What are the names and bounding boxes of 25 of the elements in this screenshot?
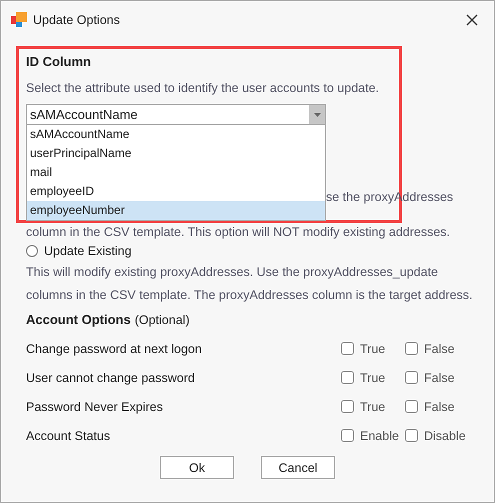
option-label: Account Status bbox=[26, 428, 112, 442]
radio-label: Update Existing bbox=[44, 244, 132, 258]
checkbox-label: Enable bbox=[360, 428, 399, 442]
description-text: column in the CSV template. This option will NOT modify existing addresses. bbox=[26, 224, 450, 241]
window-title: Update Options bbox=[33, 13, 121, 27]
description-text: Select the attribute used to identify the user accounts to update. bbox=[26, 80, 380, 97]
option-label: User cannot change password bbox=[26, 370, 196, 384]
checkbox-label: False bbox=[424, 400, 455, 414]
checkbox-label: False bbox=[424, 370, 455, 384]
attribute-combo[interactable]: sAMAccountName bbox=[26, 104, 326, 125]
description-text: columns in the CSV template. The proxyAddresses column is the target address. bbox=[26, 287, 469, 304]
optional-note: (Optional) bbox=[134, 312, 190, 326]
section-heading: Account Options bbox=[26, 310, 131, 329]
section-heading: ID Column bbox=[26, 53, 92, 71]
option-label: Change password at next logon bbox=[26, 342, 203, 356]
checkbox-label: True bbox=[360, 400, 386, 414]
option-label: Password Never Expires bbox=[26, 400, 164, 414]
description-text: This will modify existing proxyAddresses. Use the proxyAddresses_update bbox=[26, 264, 439, 281]
checkbox-label: False bbox=[424, 342, 455, 356]
cancel-button[interactable]: Cancel bbox=[261, 456, 335, 479]
checkbox-label: True bbox=[360, 370, 386, 384]
ok-button[interactable]: Ok bbox=[160, 456, 234, 479]
checkbox-label: True bbox=[360, 342, 386, 356]
dropdown-item[interactable]: employeeNumber bbox=[27, 201, 325, 220]
checkbox-label: Disable bbox=[424, 428, 466, 442]
